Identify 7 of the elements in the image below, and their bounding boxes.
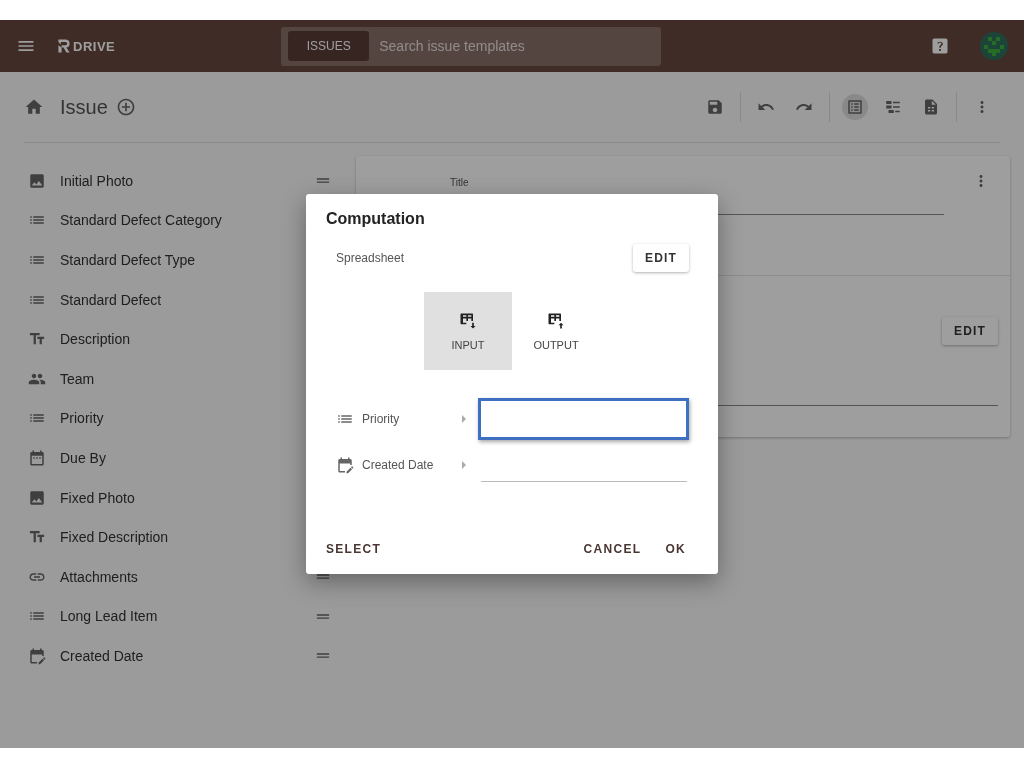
- brand-name: DRIVE: [73, 38, 116, 54]
- source-label: Spreadsheet: [336, 251, 405, 265]
- field-name: Priority: [362, 412, 401, 426]
- field-name: Created Date: [362, 458, 435, 472]
- field-label: Title: [450, 177, 469, 188]
- dialog-title: Computation: [326, 210, 426, 228]
- page-title: Issue: [60, 95, 108, 119]
